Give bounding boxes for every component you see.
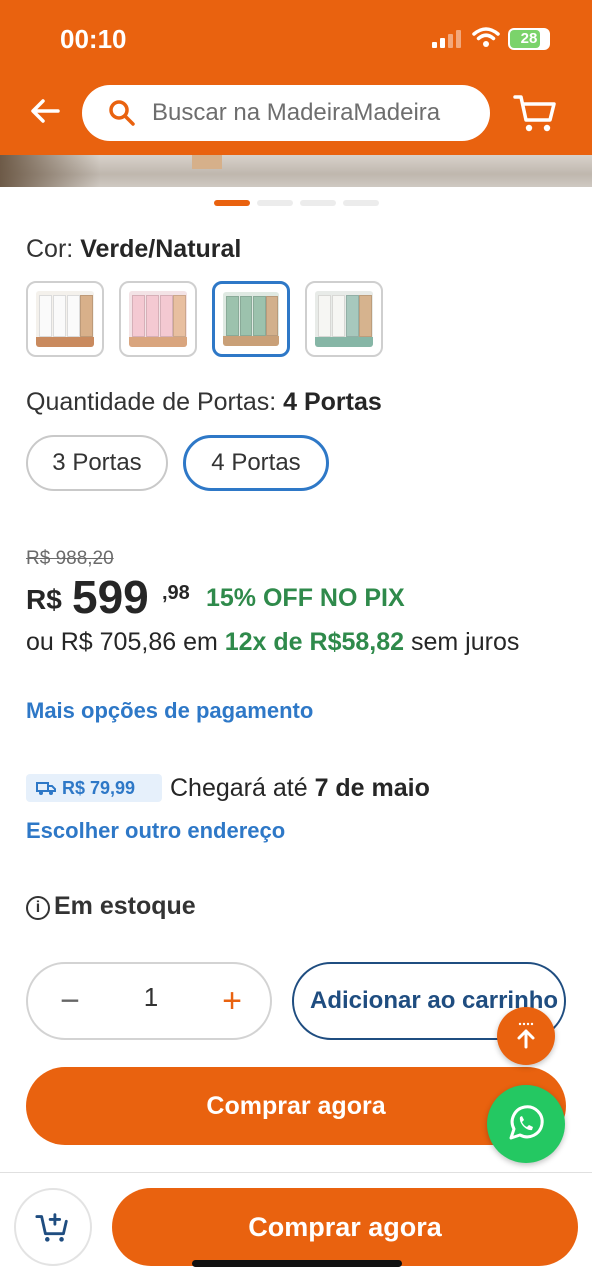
price-cents: ,98 (162, 582, 190, 604)
product-image[interactable] (0, 155, 592, 187)
carousel-dot[interactable] (343, 200, 379, 206)
search-bar[interactable] (82, 85, 490, 141)
old-price: R$ 988,20 (26, 548, 114, 569)
increase-quantity-button[interactable]: + (212, 978, 252, 1024)
bottom-add-to-cart-button[interactable] (14, 1188, 92, 1266)
freight-cost: R$ 79,99 (62, 778, 136, 798)
search-icon (109, 100, 135, 126)
buy-now-button[interactable]: Comprar agora (26, 1067, 566, 1145)
truck-icon (36, 782, 56, 795)
installment-info: ou R$ 705,86 em 12x de R$58,82 sem juros (26, 628, 520, 656)
bottom-buy-now-button[interactable]: Comprar agora (112, 1188, 578, 1266)
color-swatch-white[interactable] (26, 281, 104, 357)
color-value: Verde/Natural (80, 235, 242, 263)
home-indicator (192, 1260, 402, 1267)
quantity-stepper: − 1 + (26, 962, 272, 1040)
whatsapp-icon (509, 1105, 544, 1140)
stock-status: i Em estoque (26, 892, 196, 921)
color-swatch-pink[interactable] (119, 281, 197, 357)
option-4-portas[interactable]: 4 Portas (183, 435, 329, 491)
bottom-bar-divider (0, 1172, 592, 1173)
wifi-icon (472, 27, 500, 47)
doors-value: 4 Portas (283, 388, 382, 416)
payment-options-link[interactable]: Mais opções de pagamento (26, 698, 313, 724)
carousel-indicator (214, 200, 380, 206)
scroll-to-top-button[interactable] (497, 1007, 555, 1065)
back-arrow-icon[interactable] (26, 92, 64, 130)
carousel-dot[interactable] (300, 200, 336, 206)
price-currency: R$ (26, 584, 62, 615)
freight-badge: R$ 79,99 (26, 774, 162, 802)
cart-plus-icon (35, 1213, 68, 1242)
app-header: 00:10 28 (0, 0, 592, 155)
delivery-estimate: Chegará até 7 de maio (170, 774, 430, 802)
status-time: 00:10 (60, 24, 127, 54)
search-input[interactable] (152, 85, 472, 141)
battery-icon: 28 (508, 28, 550, 50)
battery-level: 28 (520, 30, 538, 47)
pix-discount: 15% OFF NO PIX (206, 584, 405, 612)
change-address-link[interactable]: Escolher outro endereço (26, 818, 285, 844)
quantity-value[interactable]: 1 (128, 982, 174, 1013)
decrease-quantity-button[interactable]: − (50, 978, 90, 1024)
color-swatch-green[interactable] (212, 281, 290, 357)
arrow-up-icon (517, 1022, 535, 1049)
color-swatch-teal[interactable] (305, 281, 383, 357)
doors-label: Quantidade de Portas: 4 Portas (26, 388, 382, 416)
whatsapp-button[interactable] (487, 1085, 565, 1163)
carousel-dot[interactable] (214, 200, 250, 206)
carousel-dot[interactable] (257, 200, 293, 206)
color-label: Cor: Verde/Natural (26, 235, 242, 263)
cart-icon[interactable] (512, 92, 558, 134)
cellular-signal-icon (432, 28, 464, 48)
price-integer: 599 (72, 571, 149, 623)
info-icon: i (26, 896, 50, 920)
option-3-portas[interactable]: 3 Portas (26, 435, 168, 491)
